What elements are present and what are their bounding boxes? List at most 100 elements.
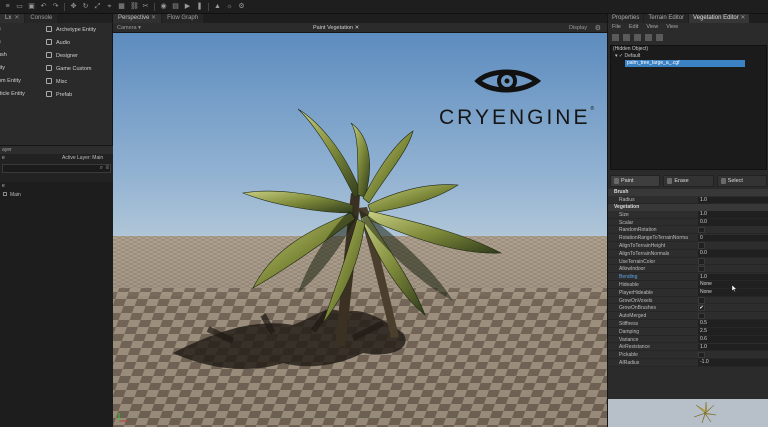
- layer-search-input[interactable]: ⌕ ≡: [2, 164, 111, 173]
- property-checkbox[interactable]: [698, 351, 705, 359]
- rotate-icon[interactable]: ↻: [82, 3, 89, 10]
- entity-icon: [46, 39, 52, 45]
- tab-properties[interactable]: Properties: [608, 14, 644, 23]
- right-panel: Properties Terrain Editor Vegetation Edito…: [607, 14, 768, 427]
- tab-console[interactable]: Console: [25, 14, 58, 23]
- menu-item[interactable]: Edit: [629, 23, 638, 31]
- property-checkbox[interactable]: [698, 258, 705, 265]
- link-icon[interactable]: ⛓: [130, 3, 139, 10]
- entity-type-item[interactable]: tity: [0, 65, 5, 71]
- settings-icon[interactable]: ⚙: [238, 3, 245, 10]
- add-object-icon[interactable]: [612, 33, 619, 41]
- unlink-icon[interactable]: ✂: [142, 3, 149, 10]
- move-icon[interactable]: ✥: [70, 3, 77, 10]
- entity-type-item[interactable]: Misc: [46, 78, 67, 85]
- property-label: Stiffness: [619, 320, 639, 327]
- property-value-field[interactable]: 1.0: [698, 196, 768, 203]
- entity-type-item[interactable]: s: [0, 26, 1, 32]
- menu-icon[interactable]: ≡: [105, 165, 109, 171]
- pause-icon[interactable]: ❚: [196, 3, 203, 10]
- entity-type-item[interactable]: Designer: [46, 52, 78, 59]
- add-category-icon[interactable]: [623, 33, 630, 41]
- paint-mode-button[interactable]: Paint: [610, 175, 661, 187]
- file-icon[interactable]: ▭: [16, 3, 23, 10]
- menu-item[interactable]: File: [612, 23, 621, 31]
- select-mode-button[interactable]: Select: [716, 175, 767, 187]
- entity-type-item[interactable]: Archetype Entity: [46, 26, 96, 33]
- close-icon[interactable]: ✕: [739, 15, 745, 21]
- property-checkbox[interactable]: [698, 297, 705, 304]
- camera-icon[interactable]: ◉: [160, 3, 167, 10]
- save-icon[interactable]: ▣: [28, 3, 35, 10]
- close-icon[interactable]: ✕: [151, 15, 156, 21]
- snap-icon[interactable]: ⌖: [106, 3, 113, 10]
- tab-terrain-editor[interactable]: Terrain Editor: [644, 14, 689, 23]
- property-checkbox[interactable]: ✔: [698, 304, 705, 312]
- section-header[interactable]: Brush: [608, 189, 768, 196]
- lock-icon[interactable]: ▤: [172, 3, 179, 10]
- entity-type-item[interactable]: Prefab: [46, 91, 72, 98]
- search-icon[interactable]: ⌕: [100, 165, 103, 172]
- property-value-field[interactable]: 0.5: [698, 320, 768, 327]
- property-value-field[interactable]: 1.0: [698, 273, 768, 281]
- grid-icon[interactable]: ▦: [118, 3, 125, 10]
- property-value-field[interactable]: -1.0: [698, 359, 768, 366]
- property-checkbox[interactable]: [698, 242, 705, 249]
- terrain-icon[interactable]: ▲: [214, 3, 221, 10]
- property-checkbox[interactable]: [698, 226, 705, 234]
- property-value-field[interactable]: 0: [698, 234, 768, 242]
- property-value-field[interactable]: 0.6: [698, 336, 768, 343]
- list-item[interactable]: e: [0, 182, 113, 191]
- viewport-scene[interactable]: CRYENGINE®: [113, 33, 607, 427]
- entity-type-item[interactable]: rticle Entity: [0, 91, 25, 97]
- property-value-field[interactable]: 2.5: [698, 328, 768, 335]
- erase-mode-button[interactable]: Erase: [663, 175, 714, 187]
- left-tabs: Lx ✕ Console: [0, 14, 112, 23]
- close-icon[interactable]: ✕: [14, 15, 19, 21]
- entity-type-item[interactable]: s: [0, 39, 1, 45]
- tree-item[interactable]: ▾ ✓ Default: [611, 53, 766, 60]
- scale-icon[interactable]: ⤢: [94, 3, 101, 10]
- property-label: RotationRangeToTerrainNorma: [619, 235, 688, 242]
- checkbox-icon[interactable]: [3, 192, 7, 196]
- entity-type-item[interactable]: ush: [0, 52, 7, 58]
- camera-menu[interactable]: Camera ▾: [117, 25, 141, 31]
- menu-item[interactable]: View: [666, 23, 678, 31]
- replace-icon[interactable]: [645, 33, 652, 41]
- entity-type-item[interactable]: om Entity: [0, 78, 21, 84]
- section-header[interactable]: Vegetation: [608, 203, 768, 211]
- close-icon[interactable]: ✕: [355, 25, 360, 31]
- logo-wordmark: CRYENGINE: [439, 106, 591, 129]
- vegetation-menu-bar: File Edit View View: [608, 23, 768, 31]
- property-checkbox[interactable]: [698, 265, 705, 273]
- property-value-field[interactable]: 0.0: [698, 250, 768, 257]
- folder-icon[interactable]: [656, 33, 663, 41]
- entity-label: Misc: [56, 79, 68, 85]
- property-checkbox[interactable]: [698, 312, 705, 320]
- remove-icon[interactable]: [634, 33, 641, 41]
- redo-icon[interactable]: ↷: [52, 3, 59, 10]
- menu-item[interactable]: View: [646, 23, 658, 31]
- settings-icon[interactable]: ⚙: [595, 24, 601, 32]
- tree-item[interactable]: (Hidden Object): [611, 46, 766, 53]
- sun-icon[interactable]: ☼: [226, 3, 233, 10]
- entity-label: s: [0, 26, 1, 32]
- entity-type-item[interactable]: Game Custom: [46, 65, 91, 72]
- property-value-field[interactable]: 0.0: [698, 219, 768, 226]
- tab-vegetation-editor[interactable]: Vegetation Editor ✕: [689, 14, 750, 23]
- undo-icon[interactable]: ↶: [40, 3, 47, 10]
- display-menu[interactable]: Display: [569, 25, 587, 31]
- viewport-title: Paint Vegetation ✕: [313, 25, 359, 31]
- property-value-field[interactable]: 1.0: [698, 211, 768, 218]
- list-item[interactable]: Main: [0, 191, 113, 200]
- tab-create[interactable]: Lx ✕: [0, 14, 25, 23]
- property-row: RotationRangeToTerrainNorma 0: [608, 234, 768, 242]
- play-icon[interactable]: ▶: [184, 3, 191, 10]
- tree-item[interactable]: palm_tree_large_a_.cgf: [625, 60, 745, 67]
- property-row: Pickable: [608, 351, 768, 359]
- property-value-field[interactable]: 1.0: [698, 343, 768, 351]
- tab-perspective[interactable]: Perspective ✕: [113, 14, 162, 23]
- entity-type-item[interactable]: Audio: [46, 39, 70, 46]
- tab-flow-graph[interactable]: Flow Graph: [162, 14, 204, 23]
- menu-icon[interactable]: ≡: [4, 3, 11, 10]
